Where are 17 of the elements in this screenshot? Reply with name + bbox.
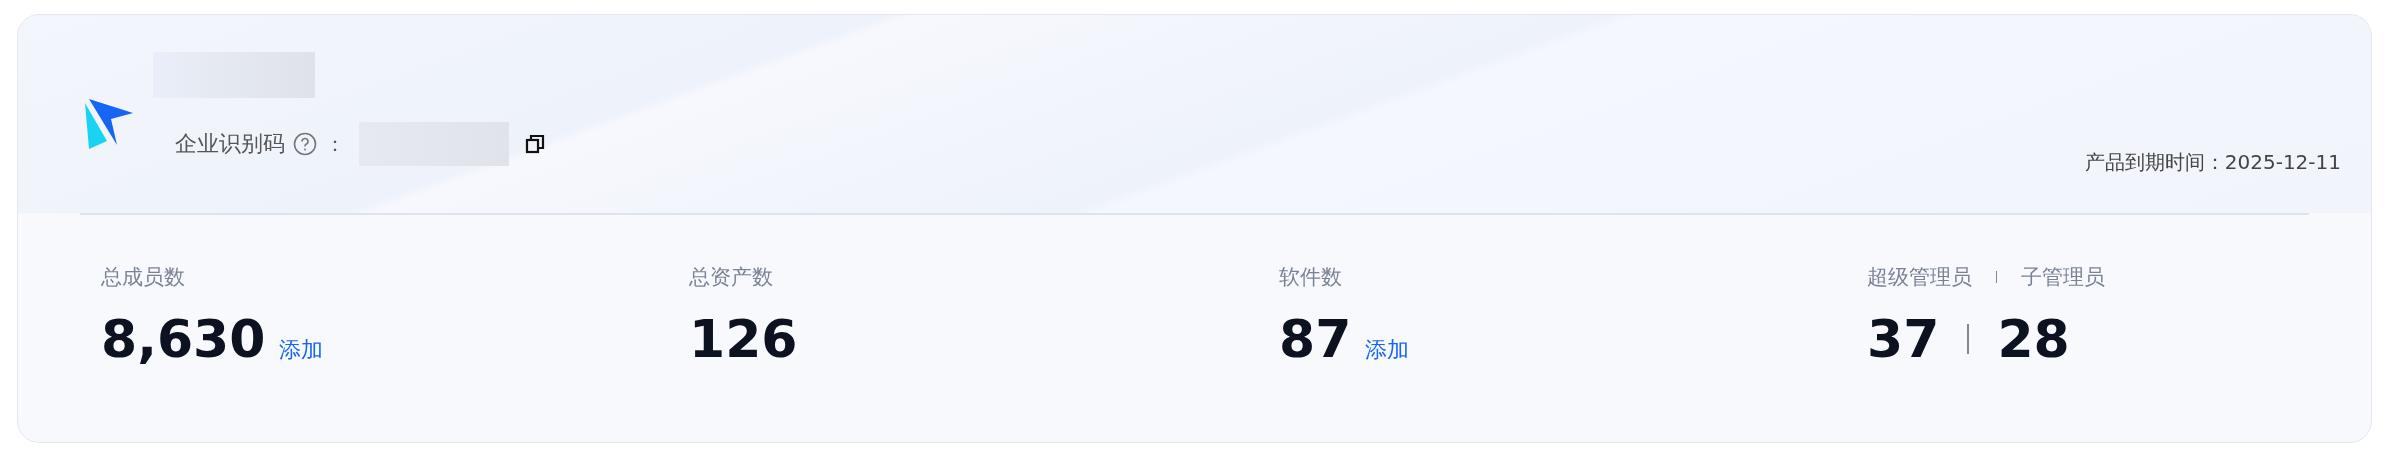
add-link[interactable]: 添加 xyxy=(279,335,324,365)
copy-icon[interactable] xyxy=(525,134,545,154)
stat-label: 子管理员 xyxy=(2021,264,2105,291)
stat-value: 37 xyxy=(1867,313,1940,365)
stat-value: 28 xyxy=(1997,313,2070,365)
stat-label: 超级管理员 xyxy=(1867,264,1972,291)
stat-label: 总成员数 xyxy=(101,264,186,291)
expiry-date: 产品到期时间：2025-12-11 xyxy=(2084,148,2341,176)
stat-label: 软件数 xyxy=(1279,264,1343,291)
help-icon[interactable] xyxy=(293,132,317,156)
colon: ： xyxy=(325,130,345,158)
add-link[interactable]: 添加 xyxy=(1365,335,1410,365)
stat-value: 126 xyxy=(689,313,798,365)
id-label: 企业识别码 xyxy=(175,130,285,158)
stat-value: 8,630 xyxy=(101,313,266,365)
stat-label: 总资产数 xyxy=(689,264,774,291)
stat-value: 87 xyxy=(1279,313,1352,365)
